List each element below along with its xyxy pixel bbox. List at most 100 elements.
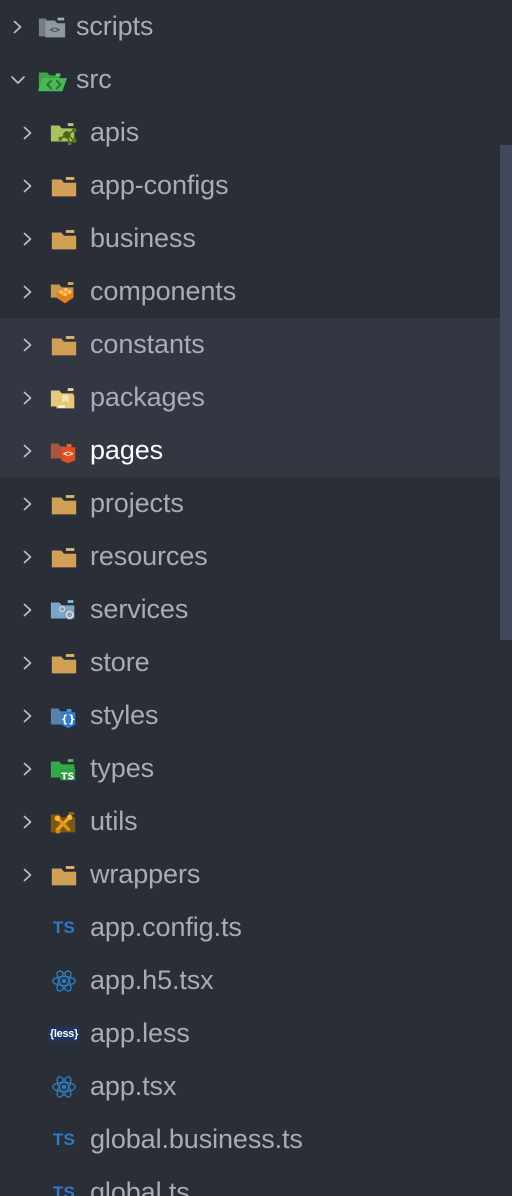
tree-row-global.ts[interactable]: TS global.ts [0, 1166, 500, 1196]
folder-plain-icon [42, 318, 86, 371]
tree-row-label: global.business.ts [90, 1124, 303, 1154]
twisty-placeholder [14, 1113, 42, 1166]
folder-scripts-icon: <> [32, 0, 72, 53]
twisty-collapsed-packages[interactable] [14, 371, 42, 424]
tree-row-app.h5.tsx[interactable]: app.h5.tsx [0, 954, 500, 1007]
tree-row-scripts[interactable]: <> scripts [0, 0, 500, 53]
twisty-collapsed-resources[interactable] [14, 530, 42, 583]
chevron-right-glyph [23, 338, 32, 351]
tree-row-store[interactable]: store [0, 636, 500, 689]
chevron-right-glyph [23, 285, 32, 298]
tree-row-label: services [90, 594, 189, 624]
chevron-right-glyph [23, 550, 32, 563]
twisty-collapsed-types[interactable] [14, 742, 42, 795]
chevron-right-glyph [23, 232, 32, 245]
tree-row-resources[interactable]: resources [0, 530, 500, 583]
tree-row-apis[interactable]: apis [0, 106, 500, 159]
twisty-collapsed-projects[interactable] [14, 477, 42, 530]
react-icon [42, 954, 86, 1007]
tree-row-packages[interactable]: packages [0, 371, 500, 424]
tree-row-utils[interactable]: utils [0, 795, 500, 848]
tree-row-wrappers[interactable]: wrappers [0, 848, 500, 901]
tree-row-label: app.tsx [90, 1071, 177, 1101]
tree-row-label: utils [90, 806, 138, 836]
chevron-right-glyph [23, 126, 32, 139]
folder-api-icon [42, 106, 86, 159]
chevron-right-glyph [23, 815, 32, 828]
twisty-collapsed-constants[interactable] [14, 318, 42, 371]
tree-row-app-configs[interactable]: app-configs [0, 159, 500, 212]
twisty-collapsed-apis[interactable] [14, 106, 42, 159]
twisty-collapsed-components[interactable] [14, 265, 42, 318]
tree-row-label: wrappers [90, 859, 201, 889]
folder-plain-icon [42, 212, 86, 265]
folder-services-icon [42, 583, 86, 636]
vertical-scrollbar[interactable] [500, 145, 512, 640]
folder-types-icon: TS [42, 742, 86, 795]
twisty-collapsed-services[interactable] [14, 583, 42, 636]
tree-row-app.tsx[interactable]: app.tsx [0, 1060, 500, 1113]
folder-plain-icon [42, 636, 86, 689]
tree-row-constants[interactable]: constants [0, 318, 500, 371]
chevron-right-glyph [23, 656, 32, 669]
twisty-collapsed-utils[interactable] [14, 795, 42, 848]
chevron-right-glyph [13, 20, 22, 33]
tree-row-label: global.ts [90, 1177, 190, 1196]
twisty-placeholder [14, 901, 42, 954]
tree-row-label: components [90, 276, 237, 306]
file-explorer-tree[interactable]: <> scripts src apis app-configs business compo… [0, 0, 512, 1196]
folder-pages-icon: <> [42, 424, 86, 477]
tree-row-label: pages [90, 435, 164, 465]
typescript-icon-glyph: TS [52, 917, 76, 937]
twisty-collapsed-app-configs[interactable] [14, 159, 42, 212]
tree-row-label: styles [90, 700, 159, 730]
typescript-icon-glyph: TS [52, 1129, 76, 1149]
folder-plain-icon [42, 477, 86, 530]
svg-text:<>: <> [50, 24, 60, 34]
chevron-down-glyph [11, 75, 25, 84]
less-icon: {less} [42, 1007, 86, 1060]
tree-row-src[interactable]: src [0, 53, 500, 106]
twisty-collapsed-wrappers[interactable] [14, 848, 42, 901]
twisty-collapsed-styles[interactable] [14, 689, 42, 742]
tree-row-label: scripts [76, 11, 154, 41]
tree-row-label: store [90, 647, 150, 677]
folder-plain-icon [42, 530, 86, 583]
tree-row-label: projects [90, 488, 184, 518]
twisty-expanded-src[interactable] [4, 53, 32, 106]
react-icon-glyph [52, 969, 76, 992]
tree-row-label: types [90, 753, 155, 783]
tree-row-app.less[interactable]: {less} app.less [0, 1007, 500, 1060]
tree-row-projects[interactable]: projects [0, 477, 500, 530]
react-icon [42, 1060, 86, 1113]
tree-row-global.business.ts[interactable]: TS global.business.ts [0, 1113, 500, 1166]
tree-row-label: app.h5.tsx [90, 965, 214, 995]
typescript-icon-glyph: TS [52, 1182, 76, 1196]
twisty-collapsed-store[interactable] [14, 636, 42, 689]
folder-styles-icon: {} [42, 689, 86, 742]
folder-plain-icon [42, 159, 86, 212]
tree-row-components[interactable]: components [0, 265, 500, 318]
twisty-placeholder [14, 1060, 42, 1113]
tree-row-pages[interactable]: <> pages [0, 424, 500, 477]
react-icon-glyph [52, 1075, 76, 1098]
svg-text:{}: {} [61, 713, 76, 725]
folder-utils-icon [42, 795, 86, 848]
tree-row-types[interactable]: TS types [0, 742, 500, 795]
chevron-right-glyph [23, 444, 32, 457]
folder-components-icon [42, 265, 86, 318]
less-icon-glyph: {less} [47, 1026, 81, 1041]
tree-row-styles[interactable]: {} styles [0, 689, 500, 742]
tree-row-label: business [90, 223, 196, 253]
tree-row-business[interactable]: business [0, 212, 500, 265]
tree-row-label: app-configs [90, 170, 229, 200]
twisty-collapsed-business[interactable] [14, 212, 42, 265]
twisty-collapsed-scripts[interactable] [4, 0, 32, 53]
chevron-right-glyph [23, 497, 32, 510]
tree-row-label: app.config.ts [90, 912, 242, 942]
svg-text:TS: TS [61, 771, 74, 782]
twisty-collapsed-pages[interactable] [14, 424, 42, 477]
tree-row-app.config.ts[interactable]: TS app.config.ts [0, 901, 500, 954]
folder-src-icon [32, 53, 72, 106]
tree-row-services[interactable]: services [0, 583, 500, 636]
